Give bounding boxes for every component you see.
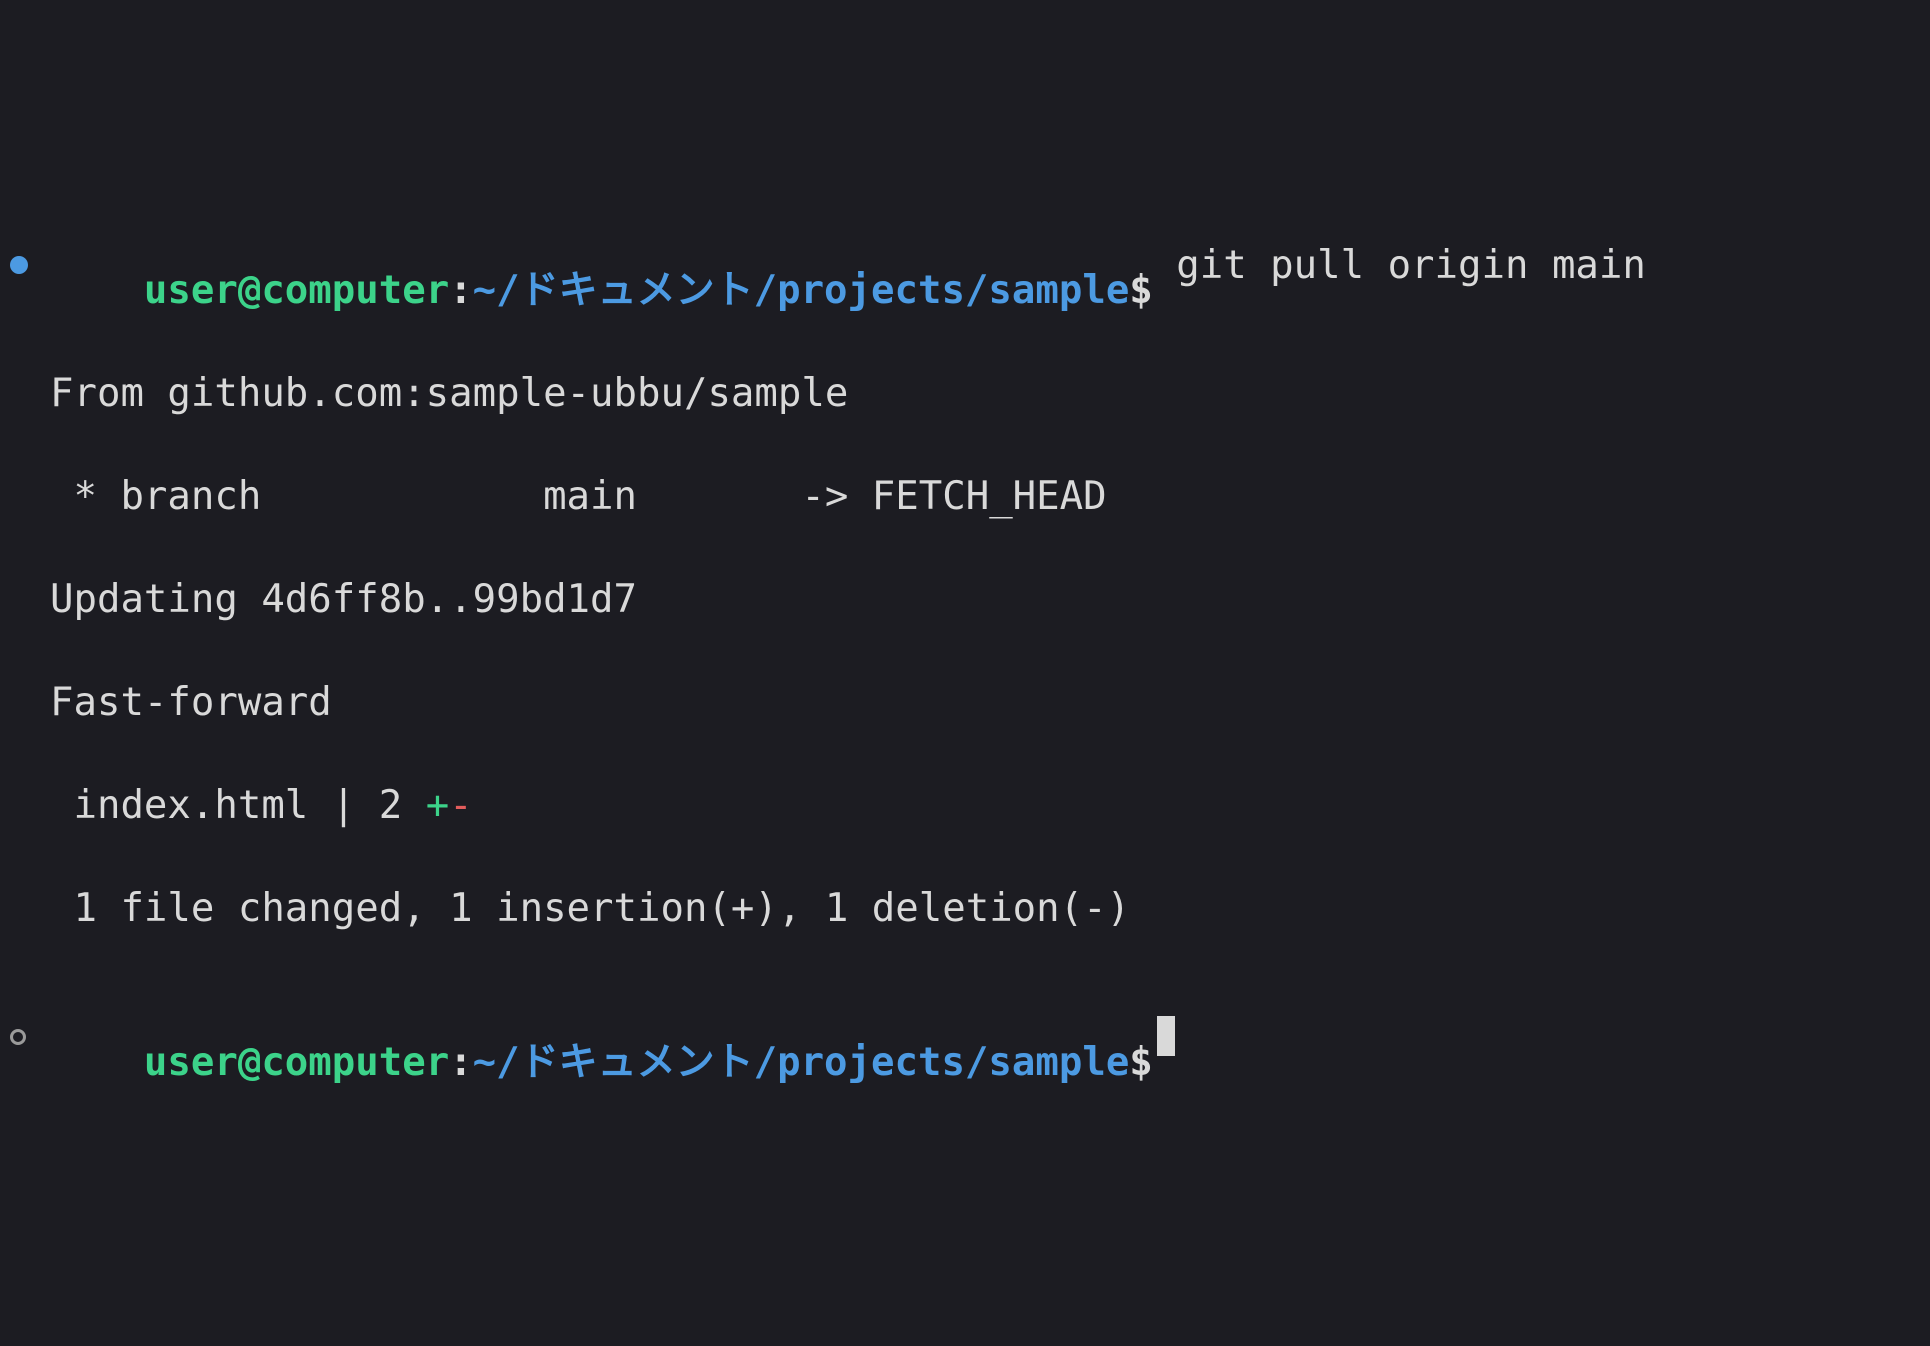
prompt-line-2[interactable]: user@computer:~/ドキュメント/projects/sample$ bbox=[8, 986, 1918, 1089]
prompt-host: computer bbox=[261, 268, 449, 313]
diff-minus: - bbox=[449, 780, 472, 831]
prompt-dollar: $ bbox=[1129, 1040, 1152, 1085]
bullet-filled-icon bbox=[10, 256, 28, 274]
prompt-host: computer bbox=[261, 1040, 449, 1085]
output-text: index.html | 2 bbox=[50, 780, 426, 831]
diff-plus: + bbox=[426, 780, 449, 831]
prompt-line-1: user@computer:~/ドキュメント/projects/sample$ … bbox=[8, 214, 1918, 317]
prompt-user: user bbox=[144, 268, 238, 313]
prompt-at: @ bbox=[238, 1040, 261, 1085]
output-text: 1 file changed, 1 insertion(+), 1 deleti… bbox=[50, 883, 1130, 934]
output-line-4: Fast-forward bbox=[8, 677, 1918, 728]
prompt-user: user bbox=[144, 1040, 238, 1085]
output-line-6: 1 file changed, 1 insertion(+), 1 deleti… bbox=[8, 883, 1918, 934]
prompt-path: ~/ドキュメント/projects/sample bbox=[473, 268, 1130, 313]
output-text: * branch main -> FETCH_HEAD bbox=[50, 471, 1107, 522]
cursor-icon[interactable] bbox=[1157, 1016, 1175, 1056]
output-text: Updating 4d6ff8b..99bd1d7 bbox=[50, 574, 637, 625]
output-line-1: From github.com:sample-ubbu/sample bbox=[8, 368, 1918, 419]
output-text: From github.com:sample-ubbu/sample bbox=[50, 368, 848, 419]
prompt-dollar: $ bbox=[1129, 268, 1152, 313]
output-text: Fast-forward bbox=[50, 677, 332, 728]
prompt-path: ~/ドキュメント/projects/sample bbox=[473, 1040, 1130, 1085]
output-line-2: * branch main -> FETCH_HEAD bbox=[8, 471, 1918, 522]
output-line-5: index.html | 2 +- bbox=[8, 780, 1918, 831]
command-text[interactable]: git pull origin main bbox=[1153, 240, 1646, 291]
prompt-colon: : bbox=[449, 268, 472, 313]
output-line-3: Updating 4d6ff8b..99bd1d7 bbox=[8, 574, 1918, 625]
bullet-hollow-icon bbox=[10, 1029, 26, 1045]
prompt-at: @ bbox=[238, 268, 261, 313]
prompt-colon: : bbox=[449, 1040, 472, 1085]
